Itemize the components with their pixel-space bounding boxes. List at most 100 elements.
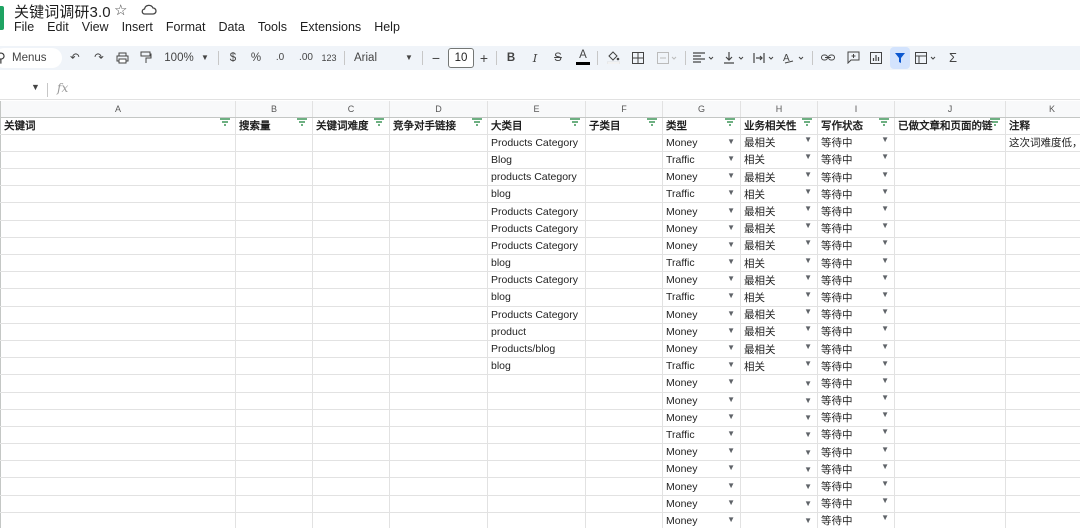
- cell-c[interactable]: [312, 392, 390, 410]
- cell-e[interactable]: [487, 460, 586, 479]
- menu-item-insert[interactable]: Insert: [122, 20, 153, 34]
- cell-k[interactable]: [1005, 374, 1080, 393]
- menu-item-view[interactable]: View: [82, 20, 109, 34]
- cell-h[interactable]: ▼: [740, 426, 818, 445]
- cell-d[interactable]: [389, 460, 488, 479]
- cell-f[interactable]: [585, 288, 663, 307]
- dropdown-chevron-down-icon[interactable]: ▼: [804, 448, 812, 457]
- dropdown-chevron-down-icon[interactable]: ▼: [804, 516, 812, 525]
- cell-e[interactable]: Products Category: [487, 134, 586, 152]
- cell-k[interactable]: 这次词难度低，: [1005, 134, 1080, 152]
- dropdown-chevron-down-icon[interactable]: ▼: [727, 481, 735, 490]
- filter-icon[interactable]: [879, 118, 889, 129]
- cell-j[interactable]: [894, 254, 1006, 273]
- cell-j[interactable]: [894, 237, 1006, 256]
- cell-h[interactable]: ▼ 最相关: [740, 202, 818, 221]
- dropdown-chevron-down-icon[interactable]: ▼: [727, 188, 735, 197]
- cell-i[interactable]: ▼ 等待中: [817, 134, 895, 152]
- cell-k[interactable]: [1005, 409, 1080, 427]
- cell-c[interactable]: [312, 495, 390, 513]
- header-cell[interactable]: 大类目: [487, 117, 586, 135]
- dropdown-chevron-down-icon[interactable]: ▼: [881, 170, 889, 179]
- cell-c[interactable]: [312, 409, 390, 427]
- cell-f[interactable]: [585, 323, 663, 341]
- cell-k[interactable]: [1005, 340, 1080, 359]
- cell-b[interactable]: [235, 306, 313, 324]
- cell-h[interactable]: ▼: [740, 495, 818, 513]
- cell-k[interactable]: [1005, 168, 1080, 187]
- cell-k[interactable]: [1005, 495, 1080, 513]
- cell-a[interactable]: [0, 220, 236, 238]
- cell-h[interactable]: ▼ 最相关: [740, 306, 818, 324]
- column-header-f[interactable]: F: [585, 101, 663, 118]
- cell-h[interactable]: ▼: [740, 392, 818, 410]
- header-cell[interactable]: 搜索量: [235, 117, 313, 135]
- cell-e[interactable]: Products/blog: [487, 340, 586, 359]
- cell-e[interactable]: [487, 495, 586, 513]
- dropdown-chevron-down-icon[interactable]: ▼: [804, 204, 812, 213]
- cell-g[interactable]: ▼ Money: [662, 271, 741, 290]
- cell-i[interactable]: ▼ 等待中: [817, 288, 895, 307]
- cell-h[interactable]: ▼ 相关: [740, 151, 818, 170]
- dropdown-chevron-down-icon[interactable]: ▼: [727, 412, 735, 421]
- number-format-button[interactable]: 123: [320, 46, 338, 70]
- cell-i[interactable]: ▼ 等待中: [817, 202, 895, 221]
- cell-k[interactable]: [1005, 443, 1080, 462]
- dropdown-chevron-down-icon[interactable]: ▼: [881, 410, 889, 419]
- dropdown-chevron-down-icon[interactable]: ▼: [727, 429, 735, 438]
- dropdown-chevron-down-icon[interactable]: ▼: [881, 462, 889, 471]
- currency-button[interactable]: $: [226, 46, 240, 70]
- cell-b[interactable]: [235, 477, 313, 496]
- cell-h[interactable]: ▼ 相关: [740, 254, 818, 273]
- cell-d[interactable]: [389, 512, 488, 528]
- cell-d[interactable]: [389, 477, 488, 496]
- cell-a[interactable]: [0, 512, 236, 528]
- dropdown-chevron-down-icon[interactable]: ▼: [804, 482, 812, 491]
- cell-c[interactable]: [312, 357, 390, 376]
- cell-i[interactable]: ▼ 等待中: [817, 495, 895, 513]
- cell-h[interactable]: ▼: [740, 512, 818, 528]
- dropdown-chevron-down-icon[interactable]: ▼: [804, 342, 812, 351]
- cell-a[interactable]: [0, 477, 236, 496]
- cell-f[interactable]: [585, 477, 663, 496]
- text-color-button[interactable]: A: [576, 46, 590, 70]
- cell-k[interactable]: [1005, 306, 1080, 324]
- cell-h[interactable]: ▼ 相关: [740, 357, 818, 376]
- cell-c[interactable]: [312, 151, 390, 170]
- cell-g[interactable]: ▼ Money: [662, 409, 741, 427]
- filter-icon[interactable]: [297, 118, 307, 129]
- cell-i[interactable]: ▼ 等待中: [817, 220, 895, 238]
- increase-font-size-button[interactable]: +: [478, 46, 490, 70]
- cell-j[interactable]: [894, 374, 1006, 393]
- cell-b[interactable]: [235, 460, 313, 479]
- header-cell[interactable]: 关键词难度: [312, 117, 390, 135]
- cell-j[interactable]: [894, 460, 1006, 479]
- cell-k[interactable]: [1005, 460, 1080, 479]
- cell-j[interactable]: [894, 323, 1006, 341]
- cell-f[interactable]: [585, 151, 663, 170]
- cell-b[interactable]: [235, 443, 313, 462]
- dropdown-chevron-down-icon[interactable]: ▼: [727, 343, 735, 352]
- cell-h[interactable]: ▼: [740, 460, 818, 479]
- dropdown-chevron-down-icon[interactable]: ▼: [727, 223, 735, 232]
- cell-k[interactable]: [1005, 185, 1080, 204]
- cell-g[interactable]: ▼ Money: [662, 495, 741, 513]
- cell-c[interactable]: [312, 460, 390, 479]
- cell-b[interactable]: [235, 288, 313, 307]
- cell-g[interactable]: ▼ Traffic: [662, 426, 741, 445]
- cell-f[interactable]: [585, 202, 663, 221]
- cell-k[interactable]: [1005, 220, 1080, 238]
- cell-i[interactable]: ▼ 等待中: [817, 271, 895, 290]
- dropdown-chevron-down-icon[interactable]: ▼: [727, 206, 735, 215]
- cell-f[interactable]: [585, 168, 663, 187]
- dropdown-chevron-down-icon[interactable]: ▼: [804, 379, 812, 388]
- menu-item-tools[interactable]: Tools: [258, 20, 287, 34]
- cell-e[interactable]: [487, 512, 586, 528]
- cell-b[interactable]: [235, 202, 313, 221]
- cell-f[interactable]: [585, 340, 663, 359]
- cell-a[interactable]: [0, 202, 236, 221]
- dropdown-chevron-down-icon[interactable]: ▼: [881, 324, 889, 333]
- filter-views-icon[interactable]: [914, 46, 940, 70]
- cell-j[interactable]: [894, 168, 1006, 187]
- cell-h[interactable]: ▼ 最相关: [740, 340, 818, 359]
